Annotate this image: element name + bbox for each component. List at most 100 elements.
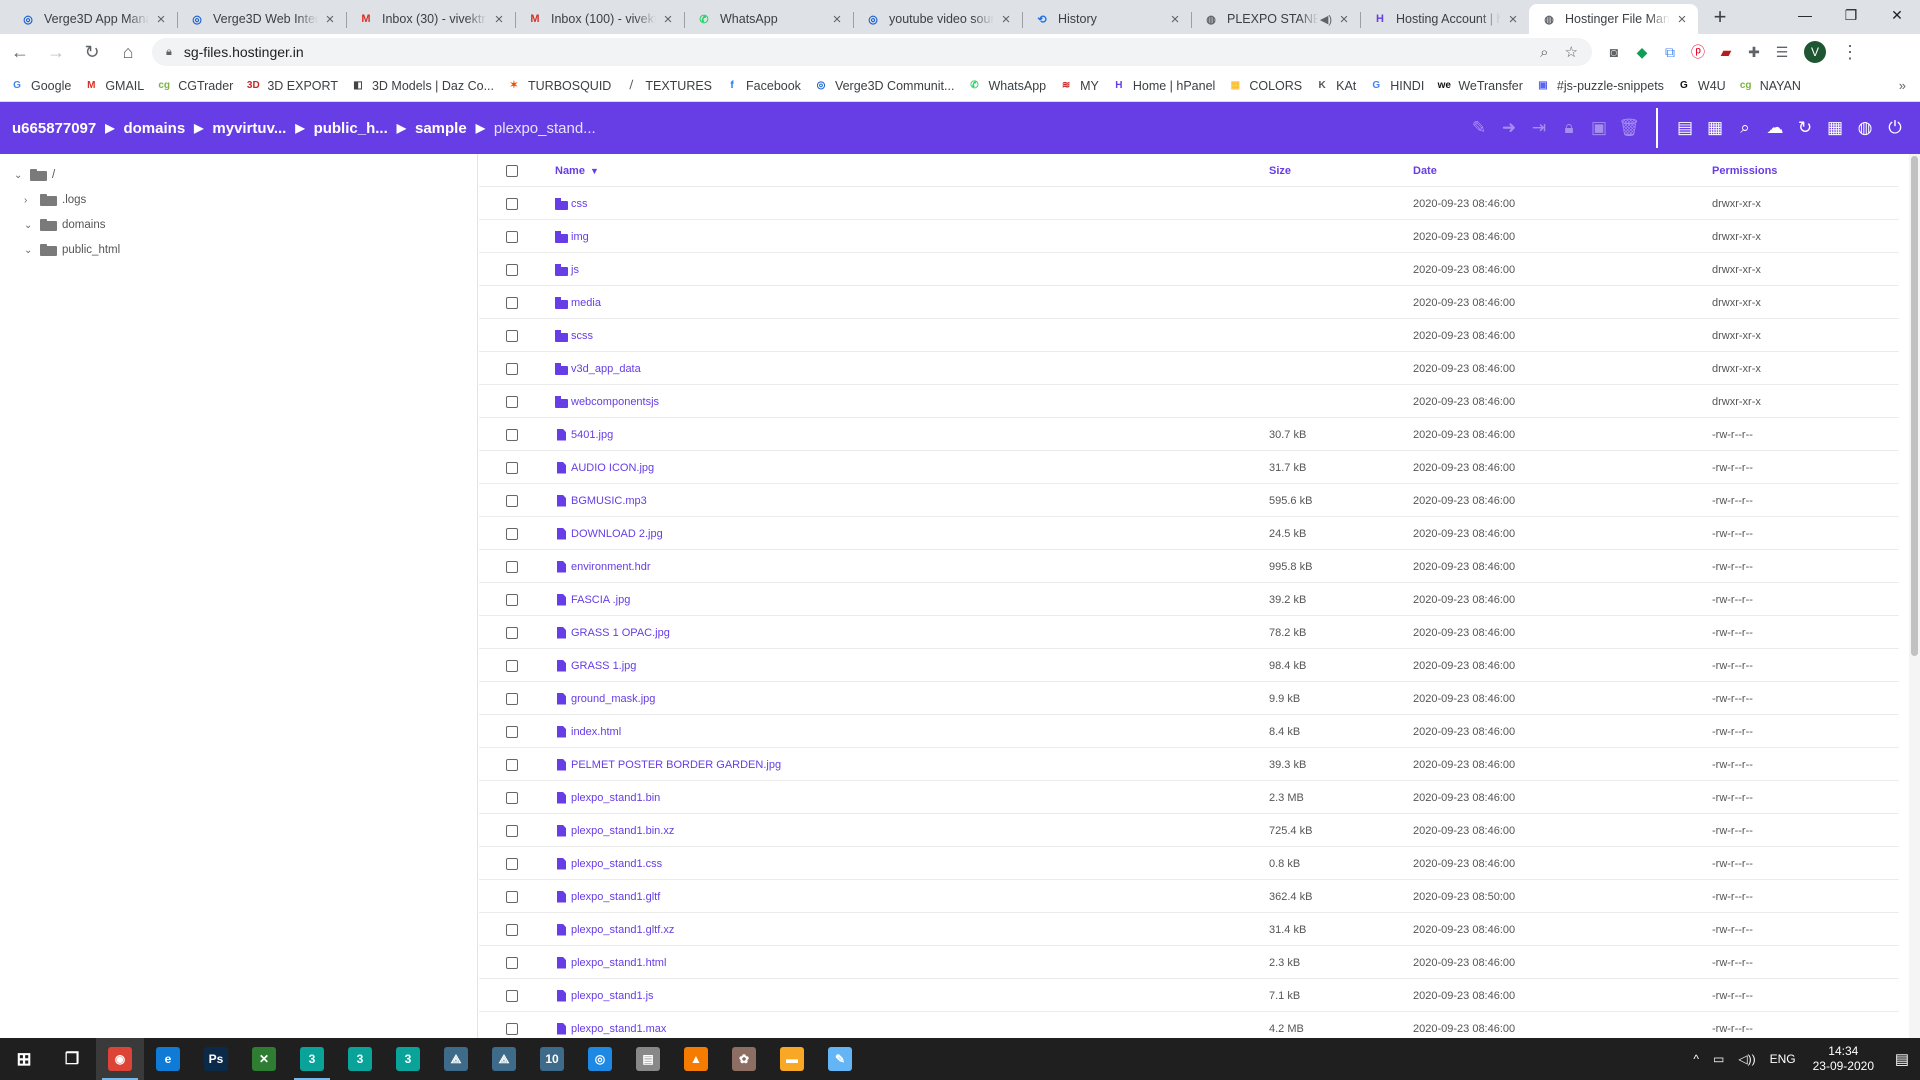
camera-extension-icon[interactable]: ◙ (1600, 38, 1628, 66)
table-row[interactable]: AUDIO ICON.jpg 31.7 kB 2020-09-23 08:46:00… (479, 451, 1899, 484)
bookmark-item[interactable]: cg CGTrader (157, 79, 233, 93)
restore-icon[interactable]: ❐ (1828, 0, 1874, 30)
tree-node[interactable]: ⌄ / (14, 165, 55, 185)
table-row[interactable]: img 2020-09-23 08:46:00 drwxr-xr-x (479, 220, 1899, 253)
select-all-checkbox[interactable] (506, 165, 518, 177)
table-row[interactable]: 5401.jpg 30.7 kB 2020-09-23 08:46:00 -rw-r-… (479, 418, 1899, 451)
table-row[interactable]: environment.hdr 995.8 kB 2020-09-23 08:46:… (479, 550, 1899, 583)
bookmark-item[interactable]: ✶ TURBOSQUID (507, 79, 612, 93)
row-checkbox[interactable] (506, 396, 518, 408)
reading-list-icon[interactable]: ☰ (1768, 38, 1796, 66)
file-name[interactable]: v3d_app_data (555, 352, 641, 385)
file-name[interactable]: plexpo_stand1.bin (555, 781, 660, 814)
forward-icon[interactable]: → (40, 36, 72, 68)
file-name[interactable]: plexpo_stand1.css (555, 847, 662, 880)
new-tab-button[interactable]: + (1706, 4, 1734, 32)
row-checkbox[interactable] (506, 957, 518, 969)
browser-tab[interactable]: ◎ youtube video sour × (853, 4, 1022, 34)
row-checkbox[interactable] (506, 561, 518, 573)
file-name[interactable]: plexpo_stand1.max (555, 1012, 666, 1038)
table-row[interactable]: plexpo_stand1.html 2.3 kB 2020-09-23 08:46… (479, 946, 1899, 979)
file-name[interactable]: AUDIO ICON.jpg (555, 451, 654, 484)
row-checkbox[interactable] (506, 231, 518, 243)
taskbar-app-chrome[interactable]: ◉ (96, 1038, 144, 1080)
table-row[interactable]: js 2020-09-23 08:46:00 drwxr-xr-x (479, 253, 1899, 286)
file-name[interactable]: FASCIA .jpg (555, 583, 630, 616)
zoom-search-icon[interactable]: ⌕ (1540, 44, 1548, 61)
tab-close-icon[interactable]: × (1505, 11, 1521, 28)
address-bar[interactable]: 🔒︎ sg-files.hostinger.in ⌕ ☆ (152, 38, 1592, 66)
taskbar-app-vlc[interactable]: ▲ (672, 1038, 720, 1080)
delete-icon[interactable]: 🗑︎ (1614, 113, 1644, 143)
tab-close-icon[interactable]: × (1674, 11, 1690, 28)
tray-chevron-icon[interactable]: ^ (1693, 1052, 1699, 1066)
bookmark-item[interactable]: M GMAIL (84, 79, 144, 93)
bookmark-item[interactable]: ▣ #js-puzzle-snippets (1536, 79, 1664, 93)
refresh-icon[interactable]: ↻ (1790, 113, 1820, 143)
chevron-down-icon[interactable]: ⌄ (24, 245, 36, 256)
tree-node[interactable]: ⌄ domains (24, 215, 105, 235)
bookmark-item[interactable]: ✆ WhatsApp (967, 79, 1046, 93)
language-indicator[interactable]: ENG (1770, 1052, 1796, 1066)
table-row[interactable]: plexpo_stand1.gltf 362.4 kB 2020-09-23 08:… (479, 880, 1899, 913)
row-checkbox[interactable] (506, 462, 518, 474)
bookmark-item[interactable]: G HINDI (1369, 79, 1424, 93)
table-row[interactable]: webcomponentsjs 2020-09-23 08:46:00 drwxr-… (479, 385, 1899, 418)
file-name[interactable]: index.html (555, 715, 621, 748)
browser-tab[interactable]: M Inbox (30) - vivektr × (346, 4, 515, 34)
acrobat-extension-icon[interactable]: ▰ (1712, 38, 1740, 66)
column-name[interactable]: Name ▼ (555, 154, 599, 187)
table-row[interactable]: plexpo_stand1.gltf.xz 31.4 kB 2020-09-23 0… (479, 913, 1899, 946)
bookmark-item[interactable]: G W4U (1677, 79, 1726, 93)
scrollbar-thumb[interactable] (1911, 156, 1918, 656)
bookmark-item[interactable]: ⧸ TEXTURES (624, 79, 712, 93)
bookmark-star-icon[interactable]: ☆ (1565, 43, 1578, 61)
file-name[interactable]: environment.hdr (555, 550, 651, 583)
browser-tab[interactable]: ◍ PLEXPO STANE ◀) × (1191, 4, 1360, 34)
bookmark-item[interactable]: G Google (10, 79, 71, 93)
table-row[interactable]: ground_mask.jpg 9.9 kB 2020-09-23 08:46:00… (479, 682, 1899, 715)
tree-node[interactable]: › .logs (24, 190, 86, 210)
row-checkbox[interactable] (506, 825, 518, 837)
breadcrumb-item[interactable]: u665877097 (12, 120, 96, 137)
table-row[interactable]: GRASS 1 OPAC.jpg 78.2 kB 2020-09-23 08:46:… (479, 616, 1899, 649)
tree-node[interactable]: ⌄ public_html (24, 240, 120, 260)
taskbar-app-render-10[interactable]: 10 (528, 1038, 576, 1080)
clock[interactable]: 14:34 23-09-2020 (1813, 1044, 1874, 1074)
file-name[interactable]: 5401.jpg (555, 418, 613, 451)
breadcrumb-item[interactable]: domains (123, 120, 185, 137)
bookmark-item[interactable]: K KAt (1315, 79, 1357, 93)
row-checkbox[interactable] (506, 990, 518, 1002)
file-name[interactable]: plexpo_stand1.js (555, 979, 654, 1012)
browser-tab[interactable]: ⟲ History × (1022, 4, 1191, 34)
table-row[interactable]: DOWNLOAD 2.jpg 24.5 kB 2020-09-23 08:46:00… (479, 517, 1899, 550)
file-name[interactable]: GRASS 1.jpg (555, 649, 636, 682)
file-name[interactable]: js (555, 253, 579, 286)
file-name[interactable]: plexpo_stand1.html (555, 946, 666, 979)
row-checkbox[interactable] (506, 627, 518, 639)
power-icon[interactable]: ⏻ (1880, 113, 1910, 143)
taskbar-app-3dsmax-a[interactable]: 3 (288, 1038, 336, 1080)
browser-tab[interactable]: ◍ Hostinger File Man × (1529, 4, 1698, 34)
file-name[interactable]: media (555, 286, 601, 319)
breadcrumb-item[interactable]: plexpo_stand... (494, 120, 596, 137)
audio-playing-icon[interactable]: ◀) (1320, 13, 1332, 26)
bookmark-item[interactable]: ◎ Verge3D Communit... (814, 79, 955, 93)
new-file-icon[interactable]: ▤ (1670, 113, 1700, 143)
row-checkbox[interactable] (506, 297, 518, 309)
lock-icon[interactable]: 🔒︎ (166, 46, 172, 59)
file-name[interactable]: img (555, 220, 589, 253)
file-name[interactable]: PELMET POSTER BORDER GARDEN.jpg (555, 748, 781, 781)
row-checkbox[interactable] (506, 792, 518, 804)
taskbar-app-sketchup-b[interactable]: ⟁ (480, 1038, 528, 1080)
upload-icon[interactable]: ☁ (1760, 113, 1790, 143)
row-checkbox[interactable] (506, 330, 518, 342)
profile-avatar[interactable]: V (1804, 41, 1826, 63)
network-icon[interactable]: ▭ (1713, 1052, 1724, 1066)
taskbar-app-screenrec[interactable]: ◎ (576, 1038, 624, 1080)
file-name[interactable]: ground_mask.jpg (555, 682, 655, 715)
taskbar-app-photoshop[interactable]: Ps (192, 1038, 240, 1080)
tab-close-icon[interactable]: × (1167, 11, 1183, 28)
table-row[interactable]: GRASS 1.jpg 98.4 kB 2020-09-23 08:46:00 -rw… (479, 649, 1899, 682)
column-size[interactable]: Size (1269, 154, 1291, 187)
